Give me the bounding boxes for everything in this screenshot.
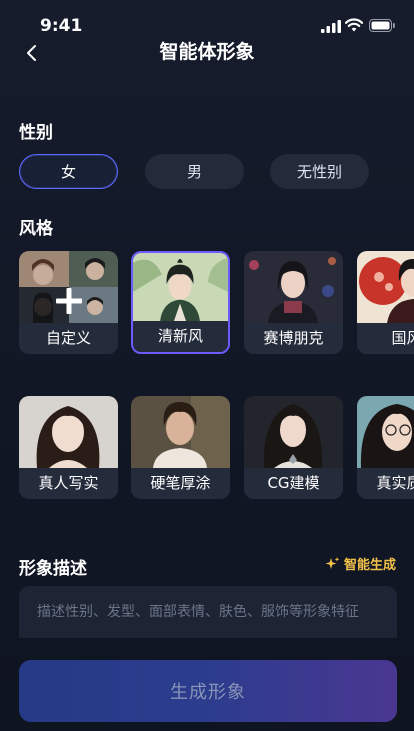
description-placeholder: 描述性别、发型、面部表情、肤色、服饰等形象特征 — [37, 604, 359, 620]
style-card-thick-paint[interactable]: 硬笔厚涂 — [131, 396, 230, 499]
style-card-label: 赛博朋克 — [244, 323, 343, 354]
thick-paint-style-image — [131, 396, 230, 468]
page-title: 智能体形象 — [159, 41, 255, 63]
style-card-guofeng[interactable]: 国风 — [357, 251, 414, 354]
gender-option-genderless[interactable]: 无性别 — [270, 154, 369, 189]
style-card-fresh[interactable]: 清新风 — [131, 251, 230, 354]
gender-option-female[interactable]: 女 — [19, 154, 118, 189]
smart-generate-button[interactable]: 智能生成 — [325, 554, 396, 573]
sparkle-icon — [325, 556, 340, 569]
style-card-custom[interactable]: 自定义 — [19, 251, 118, 354]
gender-option-male[interactable]: 男 — [145, 154, 244, 189]
cyberpunk-style-image — [244, 251, 343, 323]
style-card-real-texture[interactable]: 真实质感 — [357, 396, 414, 499]
plus-icon — [56, 288, 82, 314]
style-card-cg-model[interactable]: CG建模 — [244, 396, 343, 499]
style-card-label: 真人写实 — [19, 468, 118, 499]
style-card-cyberpunk[interactable]: 赛博朋克 — [244, 251, 343, 354]
style-card-realistic[interactable]: 真人写实 — [19, 396, 118, 499]
realistic-style-image — [19, 396, 118, 468]
generate-avatar-button[interactable]: 生成形象 — [19, 660, 397, 722]
real-texture-style-image — [357, 396, 414, 468]
style-card-label: 清新风 — [133, 321, 228, 352]
style-card-label: 真实质感 — [357, 468, 414, 499]
style-card-label: CG建模 — [244, 468, 343, 499]
style-card-label: 自定义 — [19, 323, 118, 354]
style-card-label: 国风 — [357, 323, 414, 354]
chevron-left-icon — [27, 45, 36, 61]
battery-icon — [369, 19, 395, 32]
back-button[interactable] — [18, 40, 46, 66]
description-section-title: 形象描述 — [19, 559, 87, 579]
style-card-label: 硬笔厚涂 — [131, 468, 230, 499]
status-bar: 9:41 — [0, 0, 414, 40]
cellular-signal-icon — [321, 20, 341, 33]
gender-section-title: 性别 — [19, 123, 53, 143]
status-time: 9:41 — [40, 16, 83, 36]
description-input[interactable]: 描述性别、发型、面部表情、肤色、服饰等形象特征 — [19, 586, 397, 638]
cg-model-style-image — [244, 396, 343, 468]
wifi-icon — [345, 18, 363, 32]
agent-avatar-page: 9:41 智能体形象 性别 女 男 无性别 风格 自定义 清新风 赛博朋克 国风… — [0, 0, 414, 731]
style-section-title: 风格 — [19, 219, 53, 239]
guofeng-style-image — [357, 251, 414, 323]
fresh-style-image — [133, 253, 228, 323]
smart-generate-label: 智能生成 — [344, 558, 397, 573]
